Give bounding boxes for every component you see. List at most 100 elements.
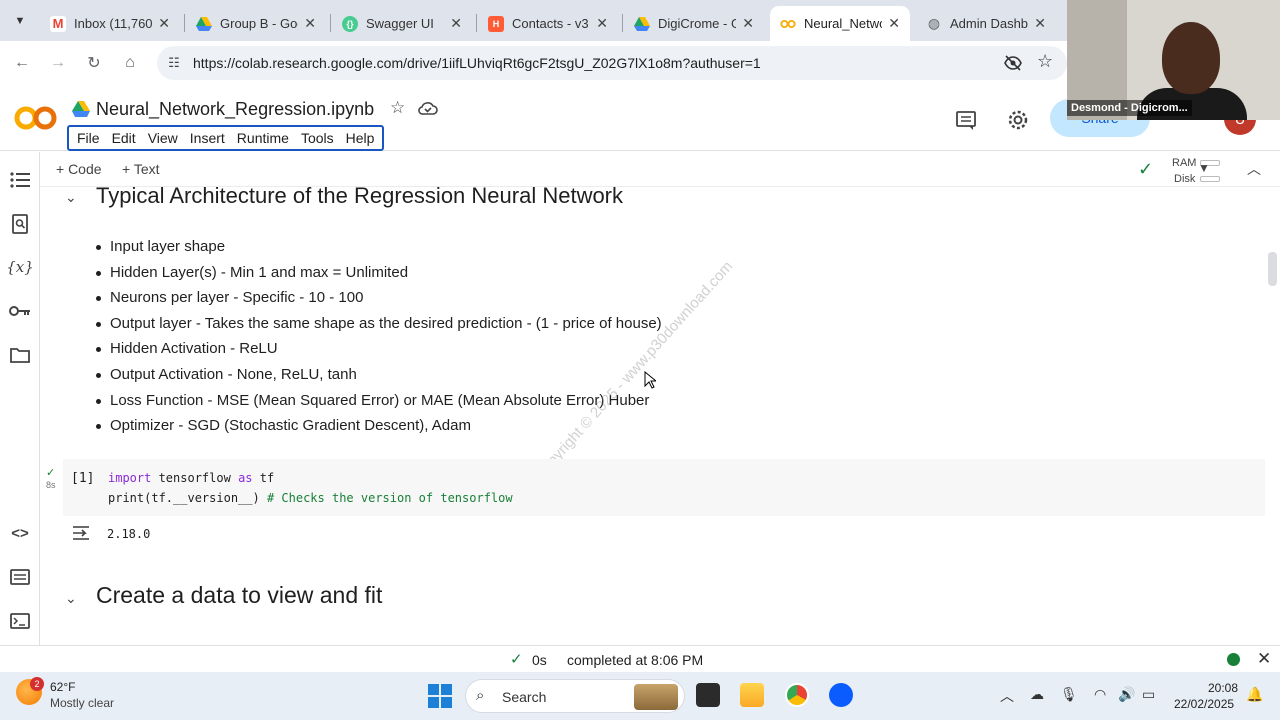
- comments-icon[interactable]: [955, 109, 977, 131]
- close-icon[interactable]: ✕: [158, 15, 170, 32]
- menu-edit[interactable]: Edit: [106, 130, 142, 146]
- menu-insert[interactable]: Insert: [184, 130, 231, 146]
- onedrive-cloud-icon[interactable]: ☁: [1030, 686, 1044, 703]
- keyword: as: [238, 471, 253, 485]
- code-cell[interactable]: [63, 459, 1265, 516]
- menu-runtime[interactable]: Runtime: [231, 130, 295, 146]
- webcam-person-head: [1162, 22, 1220, 94]
- taskbar-search[interactable]: ⌕ Search: [465, 679, 685, 713]
- cell-run-time: 8s: [46, 480, 56, 490]
- taskbar-time[interactable]: 20:08: [1190, 681, 1238, 695]
- tab-group-b[interactable]: Group B - Goo ✕: [186, 6, 326, 41]
- menu-file[interactable]: File: [71, 130, 106, 146]
- variables-icon[interactable]: {x}: [6, 256, 34, 278]
- webcam-video: Desmond - Digicrom...: [1067, 0, 1280, 120]
- menu-tools[interactable]: Tools: [295, 130, 340, 146]
- tab-swagger[interactable]: {} Swagger UI ✕: [332, 6, 472, 41]
- home-icon[interactable]: ⌂: [118, 51, 142, 75]
- tab-search-chevron-icon[interactable]: ▼: [8, 9, 32, 33]
- notebook-title[interactable]: Neural_Network_Regression.ipynb: [96, 99, 374, 120]
- code-text: tensorflow: [151, 471, 239, 485]
- add-text-button[interactable]: + Text: [122, 161, 160, 177]
- zoom-icon[interactable]: [829, 683, 853, 707]
- section-collapse-chevron-icon[interactable]: ⌄: [65, 189, 77, 206]
- weather-description[interactable]: Mostly clear: [50, 696, 114, 710]
- code-text: tf: [252, 471, 275, 485]
- tab-admin-dashboard[interactable]: ◍ Admin Dashb ✕: [916, 6, 1056, 41]
- terminal-app-icon[interactable]: [696, 683, 720, 707]
- colab-icon: [780, 16, 796, 32]
- command-palette-icon[interactable]: [9, 566, 31, 588]
- secrets-key-icon[interactable]: [9, 300, 31, 322]
- tracking-blocked-icon[interactable]: [1003, 53, 1023, 73]
- cell-output: 2.18.0: [107, 527, 151, 541]
- connection-status-dot: [1227, 653, 1240, 666]
- close-icon[interactable]: ✕: [1034, 15, 1046, 32]
- close-icon[interactable]: ✕: [304, 15, 316, 32]
- list-item: Input layer shape: [96, 234, 662, 260]
- runtime-dropdown-icon[interactable]: ▼: [1198, 161, 1210, 175]
- ram-label: RAM: [1172, 157, 1197, 169]
- code-line-1[interactable]: import tensorflow as tf: [108, 471, 274, 485]
- cell-run-success-icon: ✓: [46, 467, 56, 479]
- add-code-button[interactable]: + Code: [56, 161, 102, 177]
- tab-gmail[interactable]: M Inbox (11,760 ✕: [40, 6, 180, 41]
- list-item: Output Activation - None, ReLU, tanh: [96, 362, 662, 388]
- volume-icon[interactable]: 🔊: [1118, 686, 1135, 703]
- taskbar-date[interactable]: 22/02/2025: [1174, 697, 1234, 711]
- list-item: Hidden Layer(s) - Min 1 and max = Unlimi…: [96, 260, 662, 286]
- code-line-2[interactable]: print(tf.__version__) # Checks the versi…: [108, 491, 513, 505]
- output-actions-icon[interactable]: [71, 524, 91, 542]
- vertical-scrollbar[interactable]: [1268, 252, 1277, 286]
- section-collapse-chevron-icon[interactable]: ⌄: [65, 590, 77, 607]
- tab-neural-network[interactable]: Neural_Netwo ✕: [770, 6, 910, 41]
- address-bar[interactable]: ☷ https://colab.research.google.com/driv…: [157, 46, 1067, 80]
- url-text[interactable]: https://colab.research.google.com/drive/…: [193, 55, 761, 71]
- menu-help[interactable]: Help: [340, 130, 381, 146]
- terminal-icon[interactable]: [9, 610, 31, 632]
- close-icon[interactable]: ✕: [1257, 649, 1271, 669]
- reload-icon[interactable]: ↻: [82, 51, 106, 75]
- back-icon[interactable]: ←: [10, 51, 34, 75]
- code-snippets-icon[interactable]: <>: [9, 522, 31, 544]
- table-of-contents-icon[interactable]: [9, 169, 31, 191]
- status-duration: 0s: [532, 652, 547, 668]
- close-icon[interactable]: ✕: [450, 15, 462, 32]
- bookmark-star-icon[interactable]: ☆: [1037, 51, 1053, 72]
- file-explorer-icon[interactable]: [740, 683, 764, 707]
- close-icon[interactable]: ✕: [888, 15, 900, 32]
- forward-icon[interactable]: →: [46, 51, 70, 75]
- find-replace-icon[interactable]: [9, 213, 31, 235]
- section-heading: Typical Architecture of the Regression N…: [96, 187, 624, 208]
- collapse-chevron-icon[interactable]: ︿: [1247, 159, 1261, 179]
- menu-bar: File Edit View Insert Runtime Tools Help: [67, 125, 385, 151]
- menu-view[interactable]: View: [142, 130, 184, 146]
- left-sidebar: {x} <>: [0, 152, 40, 645]
- windows-start-icon[interactable]: [428, 684, 452, 708]
- cloud-saved-icon[interactable]: [418, 100, 438, 118]
- microphone-icon[interactable]: 🎙: [1060, 686, 1078, 703]
- tab-title: Swagger UI: [366, 16, 434, 31]
- tab-digicrome[interactable]: DigiCrome - G ✕: [624, 6, 764, 41]
- list-item: Hidden Activation - ReLU: [96, 336, 662, 362]
- files-folder-icon[interactable]: [9, 344, 31, 366]
- close-icon[interactable]: ✕: [596, 15, 608, 32]
- settings-gear-icon[interactable]: [1007, 109, 1029, 131]
- wifi-icon[interactable]: ◠: [1094, 686, 1106, 703]
- close-icon[interactable]: ✕: [742, 15, 754, 32]
- colab-logo-icon[interactable]: [14, 105, 58, 131]
- chrome-icon[interactable]: [785, 683, 809, 707]
- drive-icon: [634, 16, 650, 32]
- drive-icon: [196, 16, 212, 32]
- drive-icon[interactable]: [72, 101, 90, 117]
- site-settings-icon[interactable]: ☷: [165, 54, 183, 72]
- execution-count[interactable]: [1]: [71, 471, 94, 486]
- search-highlight-image: [634, 684, 678, 710]
- resource-indicator[interactable]: ✓ RAM Disk: [1132, 154, 1242, 186]
- star-icon[interactable]: ☆: [390, 98, 405, 118]
- notification-bell-icon[interactable]: 🔔: [1246, 686, 1263, 703]
- weather-temperature[interactable]: 62°F: [50, 680, 75, 694]
- show-hidden-icons-icon[interactable]: ︿: [1000, 686, 1014, 706]
- tab-contacts[interactable]: H Contacts - v3 ✕: [478, 6, 618, 41]
- battery-icon[interactable]: ▭: [1142, 686, 1155, 703]
